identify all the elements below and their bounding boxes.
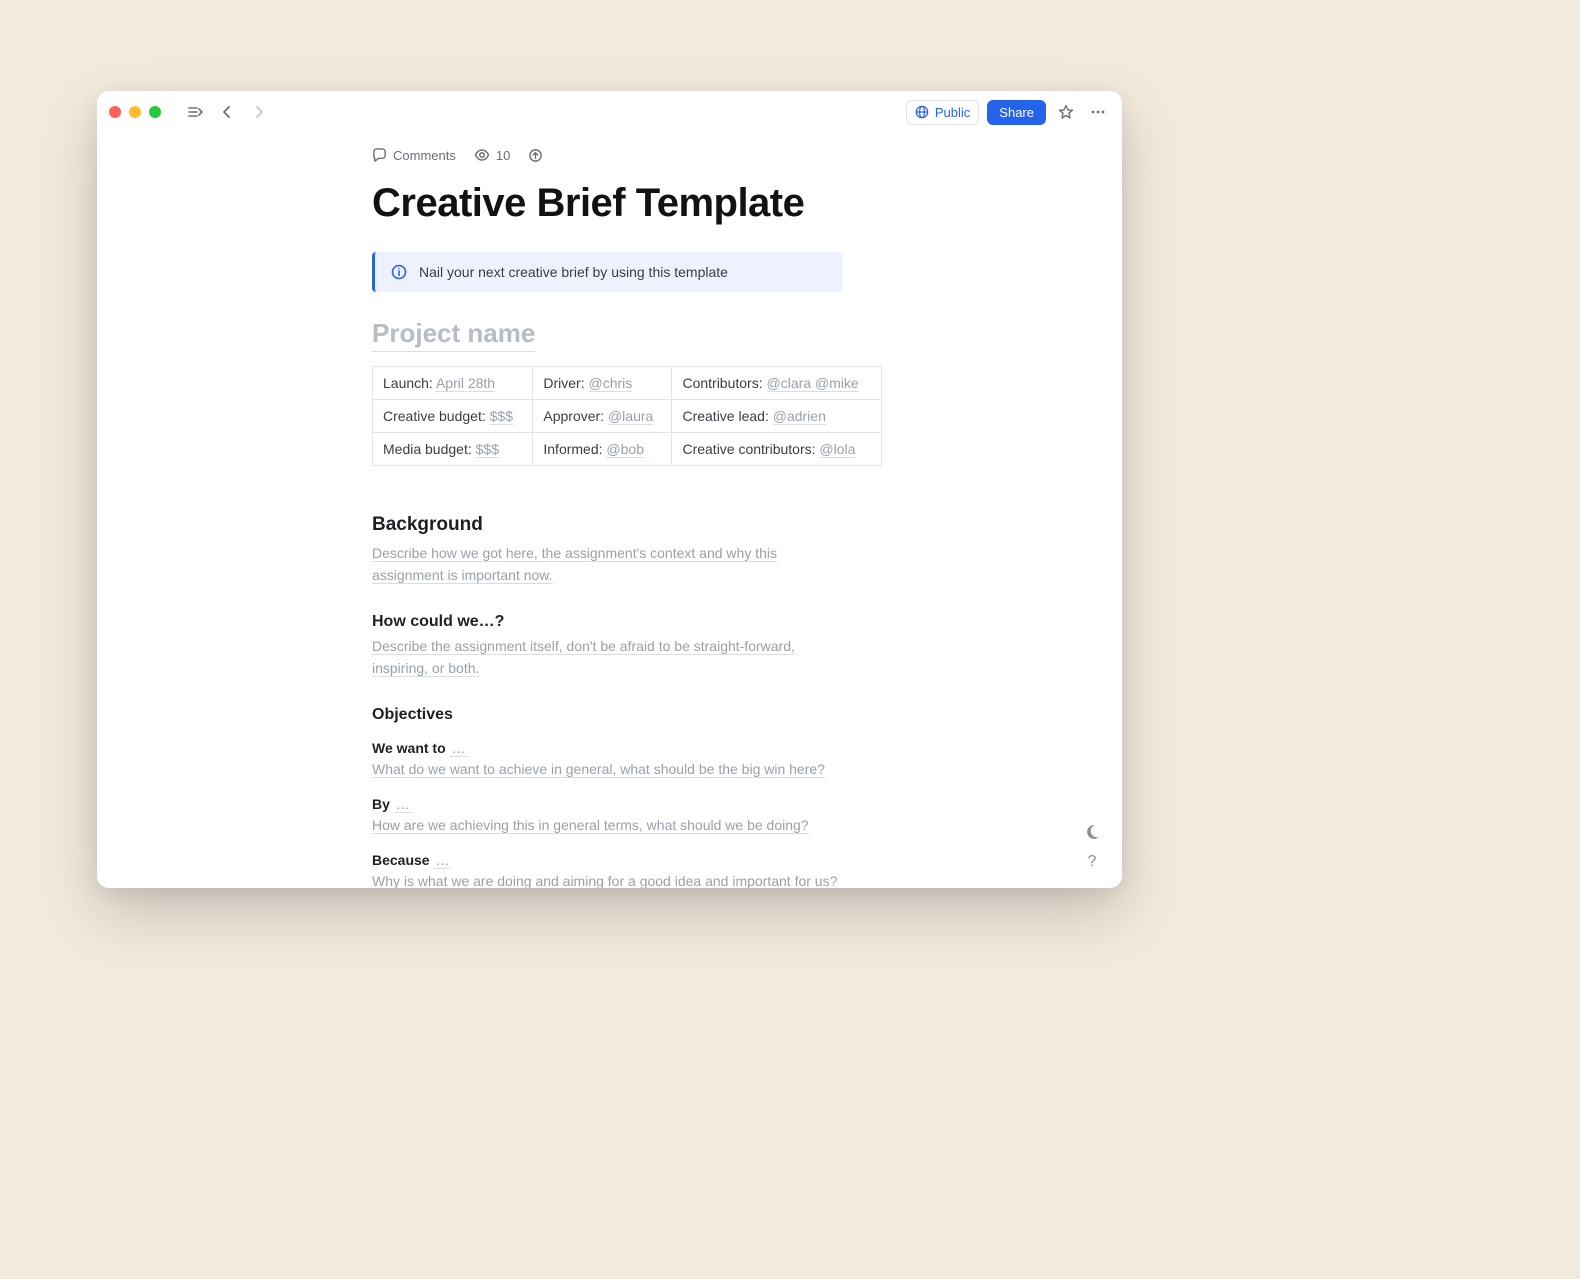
info-table: Launch: April 28th Driver: @chris Contri… [372,366,882,466]
dots-horizontal-icon [1090,104,1106,120]
background-heading: Background [372,514,842,536]
how-could-we-heading: How could we…? [372,613,842,631]
share-button[interactable]: Share [987,100,1046,125]
cell-creative-contributors[interactable]: Creative contributors: @lola [672,433,882,466]
how-could-we-prompt[interactable]: Describe the assignment itself, don't be… [372,638,795,677]
objective-prompt[interactable]: How are we achieving this in general ter… [372,817,809,834]
section-how-could-we: How could we…? Describe the assignment i… [372,613,842,680]
table-row: Media budget: $$$ Informed: @bob Creativ… [373,433,882,466]
sidebar-toggle-button[interactable] [183,100,207,124]
callout: Nail your next creative brief by using t… [372,252,842,292]
help-button[interactable]: ? [1080,850,1104,874]
objective-prompt[interactable]: What do we want to achieve in general, w… [372,761,825,778]
doc-meta-row: Comments 10 [372,147,842,163]
traffic-lights [109,106,161,118]
share-link-button[interactable] [528,148,543,163]
window-zoom-button[interactable] [149,106,161,118]
section-background: Background Describe how we got here, the… [372,514,842,587]
cell-informed[interactable]: Informed: @bob [533,433,672,466]
info-icon [391,264,407,280]
cell-contributors[interactable]: Contributors: @clara @mike [672,367,882,400]
cell-approver[interactable]: Approver: @laura [533,400,672,433]
titlebar-right: Public Share [906,100,1110,125]
nav-forward-button[interactable] [247,100,271,124]
cell-media-budget[interactable]: Media budget: $$$ [373,433,533,466]
eye-icon [474,147,490,163]
public-label: Public [935,105,970,120]
views-count: 10 [496,148,510,163]
section-objectives: Objectives We want to … What do we want … [372,706,842,888]
public-chip[interactable]: Public [906,100,979,125]
moon-icon [1084,824,1100,840]
table-row: Launch: April 28th Driver: @chris Contri… [373,367,882,400]
document: Comments 10 Creative Brief Template Nail… [372,147,842,888]
share-label: Share [999,105,1034,120]
titlebar-left [109,100,271,124]
intercom-button[interactable] [1080,820,1104,844]
page-title: Creative Brief Template [372,181,842,226]
callout-text: Nail your next creative brief by using t… [419,264,728,280]
views-indicator[interactable]: 10 [474,147,510,163]
globe-icon [915,105,929,119]
question-mark-icon: ? [1088,853,1097,871]
comment-icon [372,148,387,163]
background-prompt[interactable]: Describe how we got here, the assignment… [372,545,777,584]
window-close-button[interactable] [109,106,121,118]
comments-button[interactable]: Comments [372,148,456,163]
table-row: Creative budget: $$$ Approver: @laura Cr… [373,400,882,433]
app-window: Public Share Comments 10 [97,91,1122,888]
window-minimize-button[interactable] [129,106,141,118]
share-arrow-icon [528,148,543,163]
cell-creative-budget[interactable]: Creative budget: $$$ [373,400,533,433]
cell-creative-lead[interactable]: Creative lead: @adrien [672,400,882,433]
objective-prompt[interactable]: Why is what we are doing and aiming for … [372,873,837,888]
nav-back-button[interactable] [215,100,239,124]
objective-item: Because … [372,852,842,868]
objective-item: By … [372,796,842,812]
objective-item: We want to … [372,740,842,756]
cell-driver[interactable]: Driver: @chris [533,367,672,400]
comments-label: Comments [393,148,456,163]
chevron-left-icon [220,105,234,119]
objectives-heading: Objectives [372,706,842,724]
content-area: Comments 10 Creative Brief Template Nail… [97,133,1122,888]
more-options-button[interactable] [1086,100,1110,124]
cell-launch[interactable]: Launch: April 28th [373,367,533,400]
favorite-button[interactable] [1054,100,1078,124]
titlebar: Public Share [97,91,1122,133]
chevron-right-icon [252,105,266,119]
star-icon [1058,104,1074,120]
sidebar-icon [187,104,203,120]
project-name-placeholder[interactable]: Project name [372,318,535,352]
